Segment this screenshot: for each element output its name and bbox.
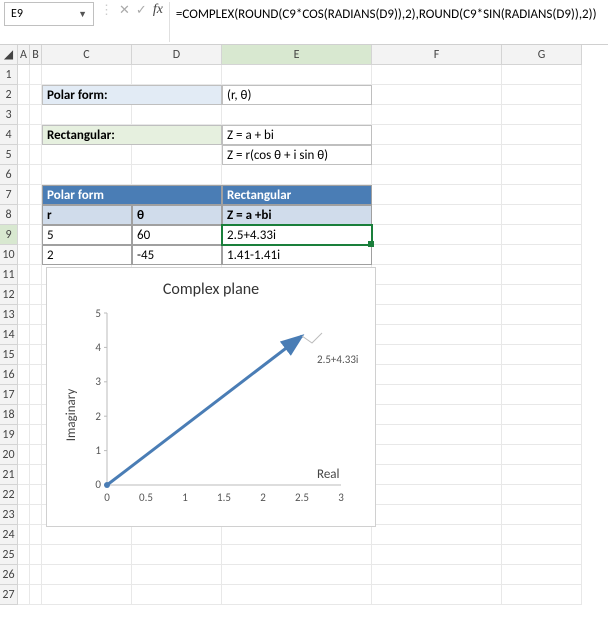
- separator-icon: ⋮: [100, 3, 113, 18]
- cancel-icon[interactable]: ✕: [119, 3, 130, 18]
- value-rect2[interactable]: Z = r(cos θ + i sin θ): [222, 145, 372, 165]
- name-box[interactable]: E9 ▼: [4, 2, 94, 26]
- row-header[interactable]: 17: [0, 385, 18, 405]
- svg-text:4: 4: [95, 341, 101, 354]
- table-sub-z[interactable]: Z = a +bi: [222, 205, 372, 225]
- table-cell-z[interactable]: 1.41-1.41i: [222, 245, 372, 265]
- svg-text:0.5: 0.5: [139, 491, 153, 504]
- selected-cell[interactable]: 2.5+4.33i: [221, 224, 373, 246]
- row-header[interactable]: 3: [0, 105, 18, 125]
- svg-text:5: 5: [95, 307, 101, 320]
- svg-text:2.5: 2.5: [295, 491, 309, 504]
- value-rect1[interactable]: Z = a + bi: [222, 125, 372, 145]
- row-header[interactable]: 6: [0, 165, 18, 185]
- svg-text:0: 0: [104, 491, 110, 504]
- svg-text:1: 1: [182, 491, 188, 504]
- col-header[interactable]: C: [42, 45, 132, 65]
- chart-ylabel: Imaginary: [64, 389, 79, 442]
- col-header[interactable]: F: [372, 45, 502, 65]
- col-header[interactable]: D: [132, 45, 222, 65]
- chevron-down-icon[interactable]: ▼: [78, 9, 87, 20]
- table-cell-r[interactable]: 2: [42, 245, 132, 265]
- table-head-rect[interactable]: Rectangular: [222, 185, 372, 205]
- row-header[interactable]: 18: [0, 405, 18, 425]
- table-head-polar[interactable]: Polar form: [42, 185, 222, 205]
- col-header[interactable]: A: [18, 45, 30, 65]
- chart-complex-plane[interactable]: Complex plane 0 1 2 3 4 5 0 0.5 1 1.5: [46, 267, 376, 527]
- row-header[interactable]: 23: [0, 505, 18, 525]
- row-header[interactable]: 9: [0, 225, 18, 245]
- svg-text:2: 2: [95, 410, 101, 423]
- row-header[interactable]: 2: [0, 85, 18, 105]
- chart-xlabel: Real: [317, 467, 340, 482]
- row-header[interactable]: 20: [0, 445, 18, 465]
- col-header[interactable]: B: [30, 45, 42, 65]
- row-header[interactable]: 1: [0, 65, 18, 85]
- confirm-icon[interactable]: ✓: [136, 3, 147, 18]
- svg-text:1.5: 1.5: [217, 491, 231, 504]
- row-header[interactable]: 13: [0, 305, 18, 325]
- row-header[interactable]: 10: [0, 245, 18, 265]
- row-header[interactable]: 15: [0, 345, 18, 365]
- row-header[interactable]: 25: [0, 545, 18, 565]
- col-header[interactable]: G: [502, 45, 582, 65]
- svg-text:3: 3: [338, 491, 344, 504]
- select-all-corner[interactable]: ◢: [0, 45, 18, 65]
- row-header[interactable]: 5: [0, 145, 18, 165]
- row-header[interactable]: 21: [0, 465, 18, 485]
- row-header[interactable]: 19: [0, 425, 18, 445]
- table-sub-r[interactable]: r: [42, 205, 132, 225]
- row-header[interactable]: 16: [0, 365, 18, 385]
- table-cell-r[interactable]: 5: [42, 225, 132, 245]
- row-header[interactable]: 12: [0, 285, 18, 305]
- value-polar-form[interactable]: (r, θ): [222, 85, 372, 105]
- svg-text:2: 2: [260, 491, 266, 504]
- row-header[interactable]: 11: [0, 265, 18, 285]
- row-header[interactable]: 24: [0, 525, 18, 545]
- fx-icon[interactable]: fx: [153, 2, 163, 18]
- label-polar-form[interactable]: Polar form:: [42, 85, 222, 105]
- col-header[interactable]: E: [222, 45, 372, 65]
- table-cell-theta[interactable]: 60: [132, 225, 222, 245]
- svg-text:0: 0: [95, 478, 101, 491]
- formula-input[interactable]: =COMPLEX(ROUND(C9*COS(RADIANS(D9)),2),RO…: [169, 2, 604, 42]
- label-rectangular[interactable]: Rectangular:: [42, 125, 222, 145]
- formula-bar: E9 ▼ ⋮ ✕ ✓ fx =COMPLEX(ROUND(C9*COS(RADI…: [0, 0, 608, 45]
- svg-text:1: 1: [95, 444, 101, 457]
- cell-reference: E9: [11, 7, 23, 21]
- row-header[interactable]: 26: [0, 565, 18, 585]
- row-header[interactable]: 7: [0, 185, 18, 205]
- row-header[interactable]: 27: [0, 585, 18, 605]
- chart-point-label: 2.5+4.33i: [317, 353, 358, 366]
- row-header[interactable]: 8: [0, 205, 18, 225]
- row-header[interactable]: 14: [0, 325, 18, 345]
- table-cell-theta[interactable]: -45: [132, 245, 222, 265]
- chart-title: Complex plane: [63, 280, 359, 299]
- row-header[interactable]: 22: [0, 485, 18, 505]
- chart-svg: 0 1 2 3 4 5 0 0.5 1 1.5 2 2.5 3: [63, 305, 361, 515]
- formula-buttons: ⋮ ✕ ✓ fx: [94, 2, 169, 18]
- row-header[interactable]: 4: [0, 125, 18, 145]
- svg-text:3: 3: [95, 375, 101, 388]
- table-sub-theta[interactable]: θ: [132, 205, 222, 225]
